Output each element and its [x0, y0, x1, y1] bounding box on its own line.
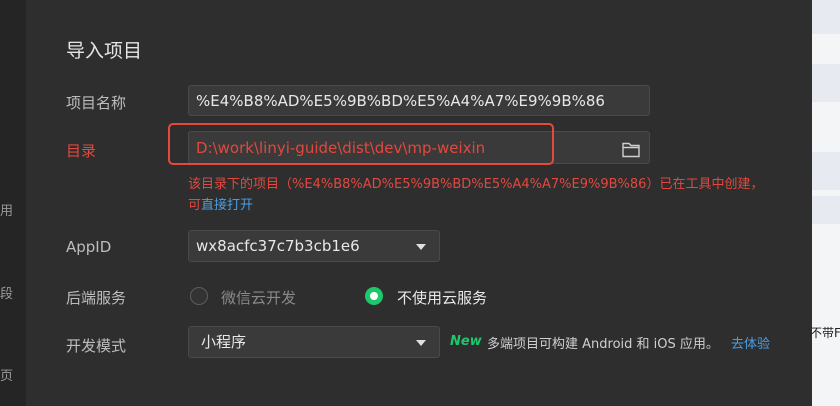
new-badge: New	[450, 334, 482, 349]
backend-service-label: 后端服务	[66, 289, 127, 307]
chevron-down-icon	[416, 340, 426, 346]
dev-mode-label: 开发模式	[66, 337, 127, 355]
try-it-link[interactable]: 去体验	[731, 333, 770, 352]
open-directly-link[interactable]: 直接打开	[201, 198, 253, 213]
dialog-title: 导入项目	[66, 40, 143, 62]
project-name-input[interactable]: %E4%B8%AD%E5%9B%BD%E5%A4%A7%E9%9B%86	[188, 85, 650, 116]
multi-platform-hint: 多端项目可构建 Android 和 iOS 应用。	[487, 337, 719, 352]
background-glyph: 段	[0, 287, 14, 302]
project-name-label: 项目名称	[66, 94, 127, 112]
background-left-panel: 用 段 页	[0, 0, 26, 406]
directory-error-prefix: 可	[188, 198, 202, 213]
radio-wechat-cloud-label[interactable]: 微信云开发	[221, 287, 296, 308]
directory-error-message-line2: 可直接打开	[188, 194, 253, 213]
background-right-panel: 不带F	[810, 0, 840, 406]
appid-label: AppID	[66, 238, 112, 256]
background-edge-text: 不带F	[810, 326, 840, 340]
directory-error-message: 该目录下的项目（%E4%B8%AD%E5%9B%BD%E5%A4%A7%E9%9…	[188, 177, 764, 192]
radio-no-cloud-label[interactable]: 不使用云服务	[397, 287, 487, 308]
background-glyph: 页	[0, 369, 14, 384]
appid-select[interactable]: wx8acfc37c7b3cb1e6	[188, 230, 440, 262]
dev-mode-value: 小程序	[201, 333, 247, 351]
background-glyph: 用	[0, 204, 14, 219]
dev-mode-select[interactable]: 小程序	[188, 326, 440, 358]
chevron-down-icon	[416, 244, 426, 250]
radio-wechat-cloud[interactable]	[190, 287, 208, 305]
directory-label: 目录	[66, 142, 97, 160]
appid-value: wx8acfc37c7b3cb1e6	[196, 237, 360, 255]
directory-highlight-box	[168, 123, 554, 165]
radio-no-cloud[interactable]	[365, 287, 383, 305]
import-project-dialog: 导入项目 项目名称 %E4%B8%AD%E5%9B%BD%E5%A4%A7%E9…	[26, 0, 812, 406]
folder-icon[interactable]	[622, 141, 640, 158]
